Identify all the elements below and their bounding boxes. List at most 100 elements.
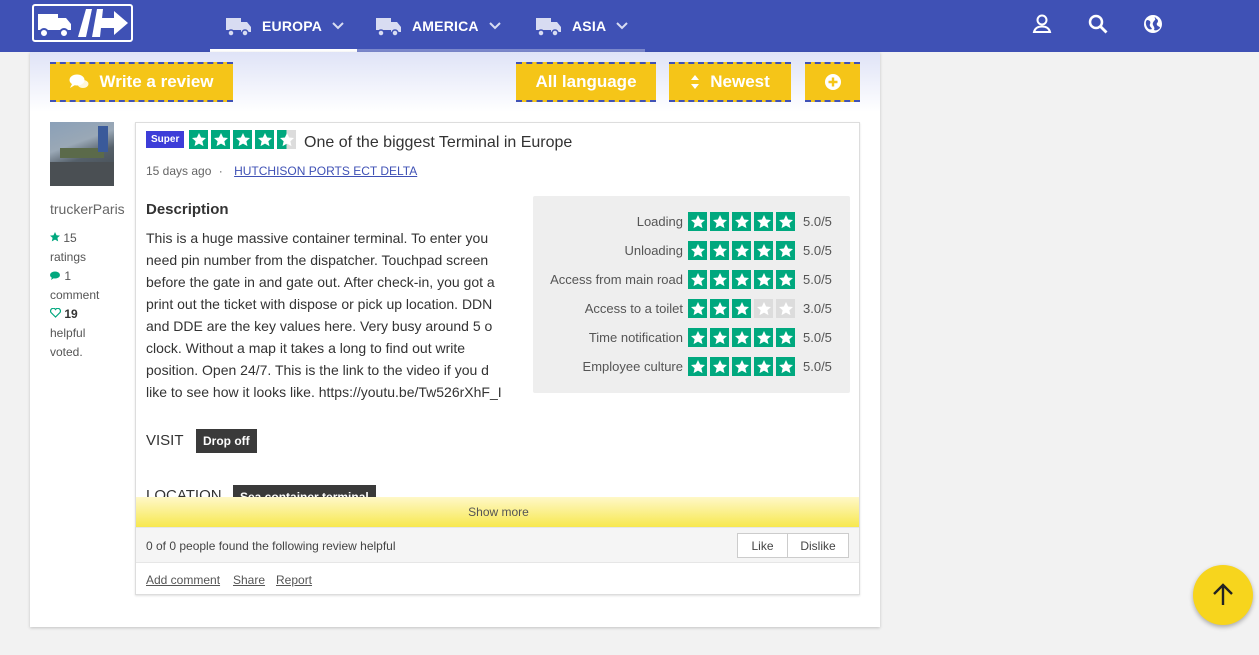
criteria-rating-row: Access to a toilet 3.0/5 xyxy=(585,299,835,318)
reviewer-name[interactable]: truckerParis xyxy=(50,201,125,217)
star-full-icon xyxy=(754,328,773,347)
sort-button[interactable]: Newest xyxy=(669,62,791,102)
star-full-icon xyxy=(688,357,707,376)
arrow-up-icon xyxy=(1213,583,1233,605)
super-badge: Super xyxy=(146,131,185,148)
criteria-stars xyxy=(688,241,795,260)
criteria-stars xyxy=(688,328,795,347)
chevron-down-icon xyxy=(616,22,628,30)
star-full-icon xyxy=(732,357,751,376)
reviewer-avatar[interactable] xyxy=(50,122,114,186)
criteria-rating-row: Loading 5.0/5 xyxy=(637,212,835,231)
ratings-label: ratings xyxy=(50,250,87,264)
star-full-icon xyxy=(688,270,707,289)
globe-icon[interactable] xyxy=(1142,13,1164,35)
nav-europa[interactable]: EUROPA xyxy=(226,0,344,52)
chevron-down-icon xyxy=(332,22,344,30)
user-icon[interactable] xyxy=(1031,13,1053,35)
report-link[interactable]: Report xyxy=(276,573,312,587)
sort-label: Newest xyxy=(710,72,770,91)
comment-icon xyxy=(50,271,60,280)
review-page-card: Write a review All language Newest truck… xyxy=(30,52,880,627)
dislike-button[interactable]: Dislike xyxy=(787,533,849,558)
star-full-icon xyxy=(776,212,795,231)
reviewer-comments-stat: 1 comment xyxy=(50,267,99,305)
nav-asia-label: ASIA xyxy=(572,18,607,34)
criteria-value: 5.0/5 xyxy=(803,330,832,345)
criteria-value: 3.0/5 xyxy=(803,301,832,316)
star-full-icon xyxy=(732,270,751,289)
truck-icon xyxy=(226,18,251,37)
description-text: This is a huge massive container termina… xyxy=(146,227,514,403)
star-full-icon xyxy=(688,299,707,318)
star-full-icon xyxy=(754,241,773,260)
reviewer-helpful-stat: 19 helpful voted. xyxy=(49,305,85,362)
nav-europa-label: EUROPA xyxy=(262,18,323,34)
review-meta: 15 days ago · HUTCHISON PORTS ECT DELTA xyxy=(146,164,417,178)
comments-count: 1 xyxy=(64,269,72,283)
nav-america[interactable]: AMERICA xyxy=(376,0,501,52)
description-heading: Description xyxy=(146,201,229,218)
heart-icon xyxy=(49,307,62,318)
description-line: print out the ticket with dispose or pic… xyxy=(146,296,493,312)
share-link[interactable]: Share xyxy=(233,573,265,587)
show-more-button[interactable]: Show more xyxy=(136,497,859,527)
language-filter-button[interactable]: All language xyxy=(516,62,656,102)
criteria-stars xyxy=(688,270,795,289)
truck-icon xyxy=(376,18,401,37)
star-full-icon xyxy=(754,270,773,289)
site-logo[interactable] xyxy=(32,4,133,42)
add-button[interactable] xyxy=(805,62,860,102)
star-full-icon xyxy=(710,328,729,347)
star-full-icon xyxy=(710,357,729,376)
criteria-ratings-panel: Loading 5.0/5 Unloading 5.0/5 Access from ma… xyxy=(533,196,850,393)
star-icon xyxy=(50,232,60,242)
star-full-icon xyxy=(776,270,795,289)
write-review-label: Write a review xyxy=(99,72,214,91)
criteria-stars xyxy=(688,357,795,376)
criteria-rating-row: Unloading 5.0/5 xyxy=(624,241,835,260)
star-full-icon xyxy=(688,241,707,260)
star-full-icon xyxy=(211,130,230,149)
star-full-icon xyxy=(688,328,707,347)
criteria-value: 5.0/5 xyxy=(803,243,832,258)
criteria-rating-row: Time notification 5.0/5 xyxy=(589,328,835,347)
description-line: position. Open 24/7. This is the link to… xyxy=(146,362,489,378)
description-line: before the gate in and gate out. After c… xyxy=(146,274,495,290)
star-full-icon xyxy=(754,212,773,231)
visit-tag: Drop off xyxy=(196,429,257,453)
scroll-to-top-button[interactable] xyxy=(1193,565,1253,625)
star-full-icon xyxy=(732,212,751,231)
criteria-stars xyxy=(688,212,795,231)
truck-road-logo-icon xyxy=(38,9,128,38)
criteria-rating-row: Employee culture 5.0/5 xyxy=(583,357,835,376)
star-half-icon xyxy=(277,130,296,149)
ratings-count: 15 xyxy=(63,231,77,245)
add-comment-link[interactable]: Add comment xyxy=(146,573,220,587)
criteria-label: Unloading xyxy=(624,243,683,258)
like-button[interactable]: Like xyxy=(737,533,788,558)
reviewer-ratings-stat: 15 ratings xyxy=(50,229,86,267)
description-line: need pin number from the dispatcher. Tou… xyxy=(146,252,489,268)
star-full-icon xyxy=(710,270,729,289)
nav-asia[interactable]: ASIA xyxy=(536,0,628,52)
language-filter-label: All language xyxy=(535,72,637,91)
description-line: and DDE are the key values here. Very bu… xyxy=(146,318,493,334)
criteria-value: 5.0/5 xyxy=(803,272,832,287)
search-icon[interactable] xyxy=(1087,13,1109,35)
criteria-rating-row: Access from main road 5.0/5 xyxy=(550,270,835,289)
star-full-icon xyxy=(754,357,773,376)
terminal-link[interactable]: HUTCHISON PORTS ECT DELTA xyxy=(234,164,417,178)
criteria-label: Access from main road xyxy=(550,272,683,287)
review-title: One of the biggest Terminal in Europe xyxy=(304,134,573,151)
criteria-label: Access to a toilet xyxy=(584,301,683,316)
top-navbar: EUROPA AMERICA ASIA xyxy=(0,0,1259,52)
review-date: 15 days ago xyxy=(146,164,212,178)
helpful-bar: 0 of 0 people found the following review… xyxy=(136,527,859,563)
write-review-button[interactable]: Write a review xyxy=(50,62,233,102)
voted-label: voted. xyxy=(50,345,83,359)
criteria-label: Employee culture xyxy=(582,359,683,374)
truck-icon xyxy=(536,18,561,37)
star-full-icon xyxy=(710,299,729,318)
description-line: like to see how it looks like. https://y… xyxy=(146,384,502,400)
